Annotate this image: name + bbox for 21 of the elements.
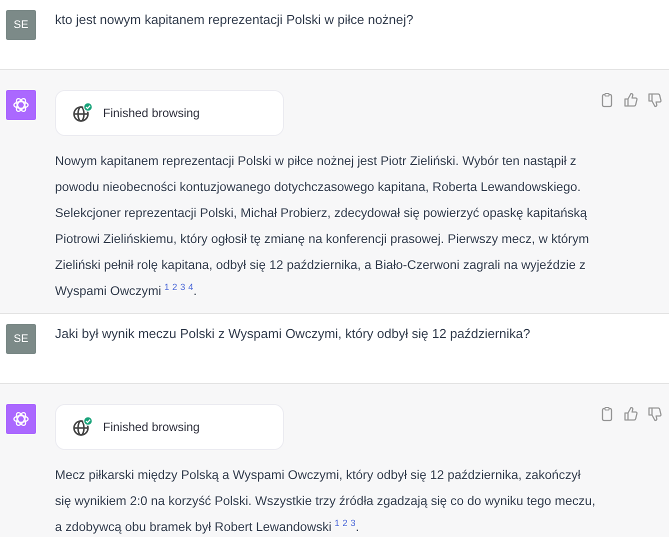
citation-link[interactable]: 4	[188, 282, 194, 292]
user-message: Jaki był wynik meczu Polski z Wyspami Owczymi, który odbył się 12 października?	[55, 326, 530, 341]
citation-link[interactable]: 2	[172, 282, 178, 292]
citation-link[interactable]: 1	[334, 518, 340, 528]
user-avatar: SE	[6, 324, 36, 354]
copy-icon[interactable]	[599, 92, 615, 108]
globe-check-icon	[72, 416, 94, 438]
thumbs-down-icon[interactable]	[647, 406, 663, 422]
thumbs-down-icon[interactable]	[647, 92, 663, 108]
thumbs-up-icon[interactable]	[623, 92, 639, 108]
globe-check-icon	[72, 102, 94, 124]
user-avatar: SE	[6, 10, 36, 40]
citation-link[interactable]: 1	[164, 282, 170, 292]
citation-link[interactable]: 2	[342, 518, 348, 528]
browsing-status-card[interactable]: Finished browsing	[55, 90, 284, 136]
user-message: kto jest nowym kapitanem reprezentacji Polski w piłce nożnej?	[55, 12, 414, 27]
citation-link[interactable]: 3	[180, 282, 186, 292]
citation-link[interactable]: 3	[350, 518, 356, 528]
copy-icon[interactable]	[599, 406, 615, 422]
browsing-status-card[interactable]: Finished browsing	[55, 404, 284, 450]
thumbs-up-icon[interactable]	[623, 406, 639, 422]
